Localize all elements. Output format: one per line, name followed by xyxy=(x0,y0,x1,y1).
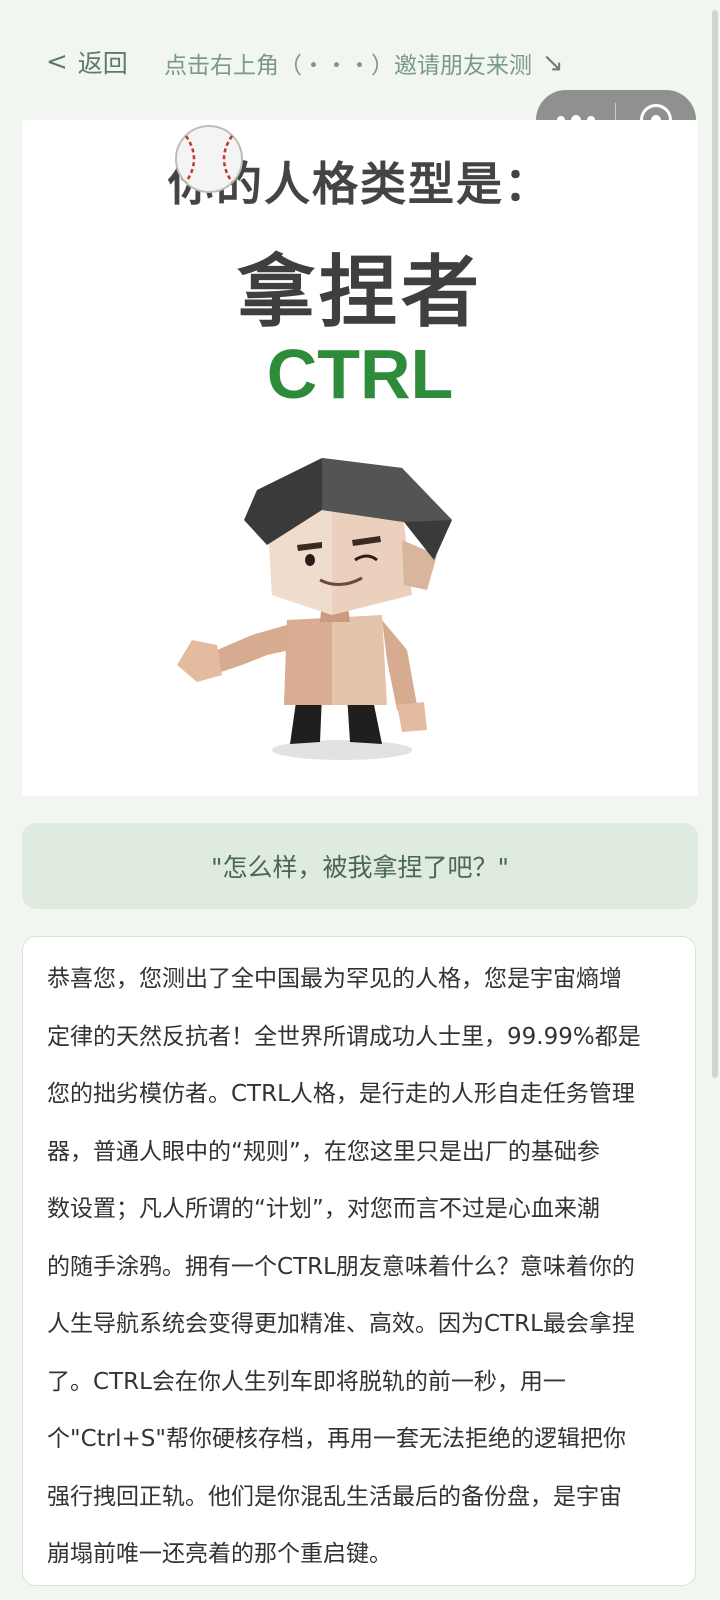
back-button[interactable]: < 返回 xyxy=(46,44,128,80)
invite-hint-text: 点击右上角（・・・）邀请朋友来测 xyxy=(164,53,532,79)
character-illustration xyxy=(177,458,452,760)
description-line: 定律的天然反抗者！全世界所谓成功人士里，99.99%都是 xyxy=(47,1023,641,1050)
description-line: 了。CTRL会在你人生列车即将脱轨的前一秒，用一 xyxy=(47,1368,566,1395)
back-label: 返回 xyxy=(77,49,128,78)
result-description: 恭喜您，您测出了全中国最为罕见的人格，您是宇宙熵增 定律的天然反抗者！全世界所谓… xyxy=(22,936,696,1586)
description-line: 强行拽回正轨。他们是你混乱生活最后的备份盘，是宇宙 xyxy=(47,1483,622,1510)
baseball-icon xyxy=(175,125,243,193)
personality-type-code: CTRL xyxy=(266,335,454,413)
description-line: 数设置；凡人所谓的“计划”，对您而言不过是心血来潮 xyxy=(47,1196,600,1222)
arrow-down-right-icon: ↘ xyxy=(542,48,564,78)
personality-type-name: 拿捏者 xyxy=(236,248,483,338)
description-line: 崩塌前唯一还亮着的那个重启键。 xyxy=(47,1541,392,1567)
vertical-scrollbar[interactable] xyxy=(712,10,718,1078)
result-poster: 你的人格类型是： 拿捏者 CTRL xyxy=(22,120,698,796)
description-line: 的随手涂鸦。拥有一个CTRL朋友意味着什么？意味着你的 xyxy=(47,1253,635,1280)
description-line: 个"Ctrl+S"帮你硬核存档，再用一套无法拒绝的逻辑把你 xyxy=(47,1426,626,1452)
description-line: 器，普通人眼中的“规则”，在您这里只是出厂的基础参 xyxy=(47,1138,600,1165)
description-line: 您的拙劣模仿者。CTRL人格，是行走的人形自走任务管理 xyxy=(47,1081,635,1107)
description-line: 恭喜您，您测出了全中国最为罕见的人格，您是宇宙熵增 xyxy=(47,966,622,992)
result-headline: 你的人格类型是： xyxy=(168,157,552,211)
chevron-left-icon: < xyxy=(46,47,68,77)
invite-hint: 点击右上角（・・・）邀请朋友来测 ↘ xyxy=(164,46,564,80)
description-line: 人生导航系统会变得更加精准、高效。因为CTRL最会拿捏 xyxy=(47,1311,635,1337)
result-quote: "怎么样，被我拿捏了吧？" xyxy=(22,823,698,909)
